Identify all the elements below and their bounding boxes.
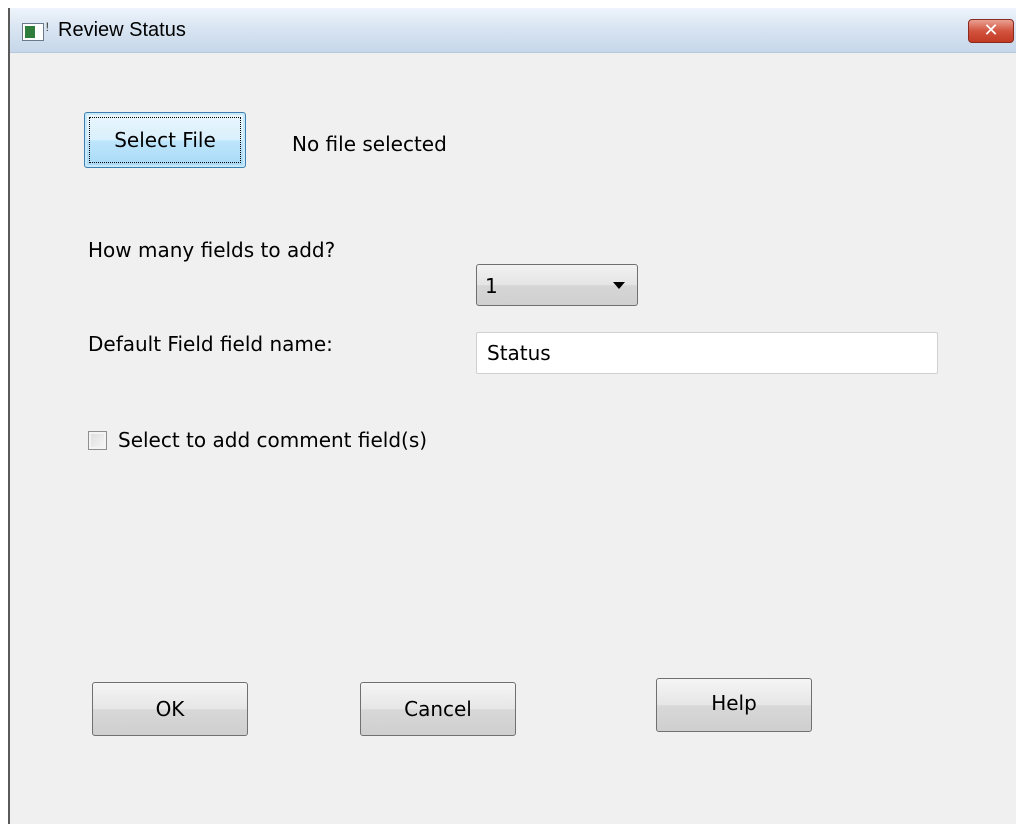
close-button[interactable]: ✕ xyxy=(968,19,1014,43)
file-status-text: No file selected xyxy=(292,132,447,156)
review-status-dialog: ! Review Status ✕ Select File No file se… xyxy=(8,8,1016,824)
help-button-label: Help xyxy=(711,691,757,715)
comment-checkbox-label[interactable]: Select to add comment field(s) xyxy=(118,428,427,452)
select-file-label: Select File xyxy=(114,128,216,152)
select-file-button[interactable]: Select File xyxy=(84,112,246,168)
field-count-value: 1 xyxy=(485,274,498,298)
help-button[interactable]: Help xyxy=(656,678,812,732)
ok-button-label: OK xyxy=(155,697,185,721)
app-window-icon: ! xyxy=(22,20,49,41)
field-name-input[interactable] xyxy=(476,332,938,374)
cancel-button-label: Cancel xyxy=(404,697,472,721)
field-name-label: Default Field field name: xyxy=(88,332,333,356)
close-icon: ✕ xyxy=(983,20,999,41)
field-count-dropdown[interactable]: 1 xyxy=(476,264,638,306)
window-title: Review Status xyxy=(58,19,186,41)
comment-checkbox[interactable] xyxy=(88,431,107,450)
title-bar[interactable]: ! Review Status ✕ xyxy=(10,8,1016,53)
chevron-down-icon xyxy=(613,282,625,289)
field-count-label: How many fields to add? xyxy=(88,238,336,262)
cancel-button[interactable]: Cancel xyxy=(360,682,516,736)
ok-button[interactable]: OK xyxy=(92,682,248,736)
